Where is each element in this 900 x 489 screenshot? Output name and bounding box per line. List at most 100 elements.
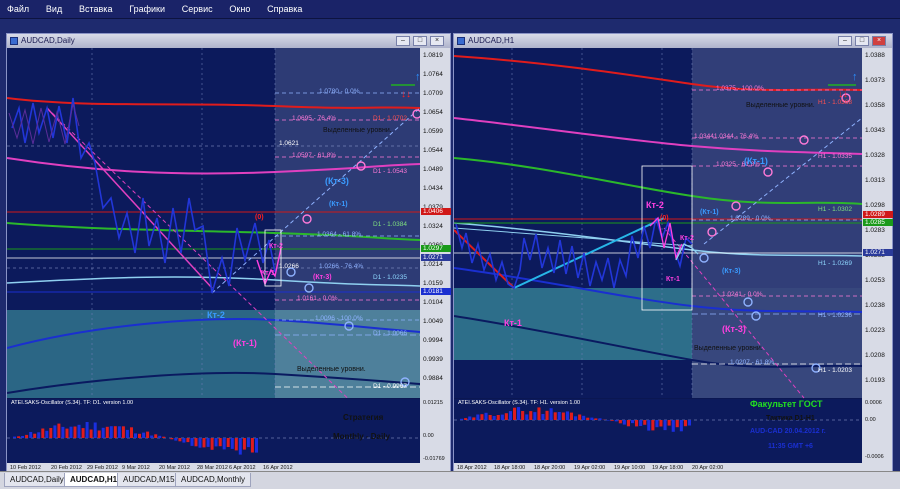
osc-scale-label: 0.00 [865, 417, 876, 423]
level-label: H1 - 1.0368 [818, 99, 852, 106]
oscillator-panel: ATEI.SAKS-Oscillator (S.34). TF: D1. ver… [7, 399, 420, 463]
oscillator-scale: 0.01215 0.00 -0.01769 [422, 399, 452, 463]
price-label: 1.0489 [423, 166, 443, 173]
menu-charts[interactable]: Графики [122, 0, 172, 18]
window-titlebar[interactable]: AUDCAD,Daily ‒ □ × [7, 34, 450, 48]
highlighted-levels-label: Выделенные уровни. [297, 366, 366, 373]
price-label: 1.0819 [423, 52, 443, 59]
price-label: 1.0654 [423, 109, 443, 116]
fib-label: 1.0266 - 76.4% [319, 263, 363, 270]
kt1-big-label: Кт-1 [504, 318, 522, 328]
fib-label: 1.0161 - 0.0% [297, 295, 337, 302]
fib-label: 1.0780 - 0.0% [319, 88, 359, 95]
price-label: 1.0709 [423, 90, 443, 97]
fib-label: 1.03441.0344 - 76.4% [694, 133, 758, 140]
chart-window-h1[interactable]: AUDCAD,H1 ‒ □ × [453, 33, 893, 475]
kt1-label: (Кт-1) [329, 201, 348, 208]
price-axis-labels: 1.0388 1.0373 1.0358 1.0343 1.0328 1.031… [863, 48, 893, 398]
price-label: 1.0223 [865, 327, 885, 334]
oscillator-title: ATEI.SAKS-Oscillator (S.34). TF: D1. ver… [11, 400, 133, 406]
price-tag-red: 1.0289 [863, 211, 893, 218]
kt1-small-label: Кт-1 [261, 270, 275, 277]
kt2-label: Кт-2 [646, 200, 664, 210]
chart-area-daily[interactable]: ↓↓ ↑ 1.0819 1.0764 1.0709 1.0654 1.0599 … [7, 48, 450, 474]
chart-tabs-bar: AUDCAD,Daily AUDCAD,H1 AUDCAD,M15 AUDCAD… [0, 471, 900, 489]
fib-label: 1.0375 - 100.0% [716, 85, 764, 92]
menu-help[interactable]: Справка [260, 0, 309, 18]
level-label: D1 - 0.9967 [373, 383, 407, 390]
level-label: D1 - 1.0235 [373, 274, 407, 281]
osc-scale-label: -0.0006 [865, 454, 884, 460]
osc-scale-label: 0.00 [423, 433, 434, 439]
price-label: 1.0324 [423, 223, 443, 230]
window-titlebar[interactable]: AUDCAD,H1 ‒ □ × [454, 34, 892, 48]
fib-label: 1.0364 - 61.8% [317, 231, 361, 238]
chart-window-daily[interactable]: AUDCAD,Daily ‒ □ × [6, 33, 451, 475]
price-label: 1.0434 [423, 185, 443, 192]
chart-area-h1[interactable]: ↓↓ ↑ 1.0388 1.0373 1.0358 1.0343 1.0328 … [454, 48, 892, 474]
price-label: 1.0313 [865, 177, 885, 184]
price-label: 1.0388 [865, 52, 885, 59]
highlighted-levels-label: Выделенные уровни. [694, 345, 763, 352]
level-label: H1 - 1.0203 [818, 367, 852, 374]
level-label: D1 - 1.0702 [373, 115, 407, 122]
minimize-button[interactable]: ‒ [838, 36, 852, 46]
price-label: 1.0214 [423, 261, 443, 268]
price-label: 1.0343 [865, 127, 885, 134]
maximize-button[interactable]: □ [855, 36, 869, 46]
price-tag-navy: 1.0271 [421, 254, 451, 261]
tab-audcad-m15[interactable]: AUDCAD,M15 [117, 473, 181, 487]
price-label: 1.0283 [865, 227, 885, 234]
kt3-label: (Кт-3) [325, 176, 349, 186]
kt1-top-label: (Кт-1) [744, 156, 768, 166]
price-tag-blue: 1.0181 [421, 288, 451, 295]
tab-audcad-daily[interactable]: AUDCAD,Daily [4, 473, 70, 487]
zero-label: (0) [255, 214, 264, 221]
fib-label: 1.0241 - 0.0% [722, 291, 762, 298]
kt1-mid-label: Кт-1 [666, 276, 680, 283]
price-label: 0.9939 [423, 356, 443, 363]
menu-view[interactable]: Вид [39, 0, 69, 18]
menu-insert[interactable]: Вставка [72, 0, 119, 18]
workspace: AUDCAD,Daily ‒ □ × [0, 19, 900, 471]
arrow-up-icon: ↑ [415, 71, 421, 83]
level-label: D1 - 1.0066 [373, 330, 407, 337]
highlighted-levels-label: Выделенные уровни. [746, 102, 815, 109]
price-label: 1.0253 [865, 277, 885, 284]
price-axis-labels: 1.0819 1.0764 1.0709 1.0654 1.0599 1.054… [421, 48, 451, 398]
price-label: 1.0193 [865, 377, 885, 384]
strategy-subtitle: Monthly - Daily [333, 432, 390, 441]
highlighted-levels-label: Выделенные уровни. [323, 127, 392, 134]
price-tag-green: 1.0297 [421, 245, 451, 252]
strategy-title: Стратегия [343, 413, 383, 422]
kt1-small-label: (Кт-1) [700, 209, 719, 216]
close-button[interactable]: × [430, 36, 444, 46]
arrow-up-icon: ↑ [852, 71, 858, 83]
price-label: 1.0298 [865, 202, 885, 209]
price-label: 1.0764 [423, 71, 443, 78]
price-tag-green: 1.0285 [863, 219, 893, 226]
menu-bar: Файл Вид Вставка Графики Сервис Окно Спр… [0, 0, 900, 19]
tab-audcad-h1[interactable]: AUDCAD,H1 [64, 473, 123, 487]
price-label: 1.0208 [865, 352, 885, 359]
faculty-title: Факультет ГОСТ [750, 399, 823, 409]
oscillator-scale: 0.0006 0.00 -0.0006 [864, 399, 894, 463]
maximize-button[interactable]: □ [413, 36, 427, 46]
price-tag-navy: 1.0271 [863, 249, 893, 256]
oscillator-panel: ATEI.SAKS-Oscillator (S.34). TF: H1. ver… [454, 399, 862, 463]
fib-label: 1.0621 [279, 140, 299, 147]
tactic-label: Тактика D1-H1 [766, 415, 815, 422]
price-label: 1.0159 [423, 280, 443, 287]
menu-window[interactable]: Окно [222, 0, 257, 18]
menu-file[interactable]: Файл [0, 0, 36, 18]
tab-audcad-monthly[interactable]: AUDCAD,Monthly [175, 473, 251, 487]
level-label: H1 - 1.0335 [818, 153, 852, 160]
level-label: H1 - 1.0236 [818, 312, 852, 319]
menu-tools[interactable]: Сервис [175, 0, 220, 18]
close-button[interactable]: × [872, 36, 886, 46]
minimize-button[interactable]: ‒ [396, 36, 410, 46]
level-label: H1 - 1.0269 [818, 260, 852, 267]
zero-label: (0) [660, 215, 669, 222]
price-label: 1.0104 [423, 299, 443, 306]
arrow-down-icon: ↓↓ [401, 89, 411, 100]
